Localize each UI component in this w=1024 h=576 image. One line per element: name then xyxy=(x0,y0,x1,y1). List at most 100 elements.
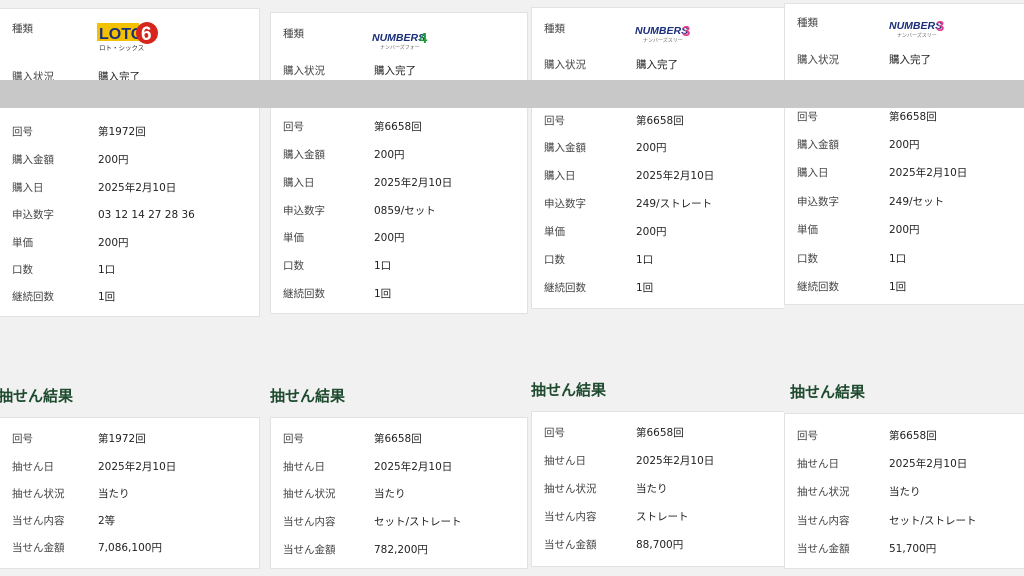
row-value: 200円 xyxy=(636,142,667,154)
svg-text:4: 4 xyxy=(419,30,428,47)
type-label: 種類 xyxy=(544,23,565,35)
row-label: 購入金額 xyxy=(12,154,54,166)
status-row: 購入状況 購入完了 xyxy=(532,55,796,75)
row-label: 回号 xyxy=(797,430,818,442)
row-label: 購入金額 xyxy=(797,139,839,151)
row-value: 7,086,100円 xyxy=(98,542,162,554)
detail-row: 申込数字 03 12 14 27 28 36 xyxy=(0,205,259,225)
row-label: 回号 xyxy=(283,121,304,133)
row-label: 購入金額 xyxy=(544,142,586,154)
type-label: 種類 xyxy=(283,28,304,40)
result-row: 当せん内容 2等 xyxy=(0,511,259,531)
result-row: 抽せん日 2025年2月10日 xyxy=(532,451,796,471)
svg-text:6: 6 xyxy=(141,24,152,45)
row-value: 03 12 14 27 28 36 xyxy=(98,209,195,221)
result-row: 回号 第6658回 xyxy=(532,423,796,443)
row-value: 1口 xyxy=(889,253,907,265)
row-label: 購入日 xyxy=(283,177,315,189)
row-label: 抽せん状況 xyxy=(12,488,65,500)
row-value: 2025年2月10日 xyxy=(374,177,453,189)
status-value: 購入完了 xyxy=(889,54,931,66)
row-value: 1回 xyxy=(98,291,116,303)
row-label: 回号 xyxy=(544,115,565,127)
row-label: 口数 xyxy=(544,254,565,266)
row-label: 申込数字 xyxy=(544,198,586,210)
result-row: 回号 第1972回 xyxy=(0,429,259,449)
svg-text:ロト・シックス: ロト・シックス xyxy=(99,44,144,52)
row-label: 口数 xyxy=(797,253,818,265)
svg-text:3: 3 xyxy=(682,23,690,40)
purchase-card-loto6: 種類 LOTO 6 ロト・シックス 購入状況 購入完了 回号 第1972回 購入金… xyxy=(0,8,260,317)
result-row: 当せん内容 セット/ストレート xyxy=(271,512,527,532)
result-row: 当せん金額 7,086,100円 xyxy=(0,538,259,558)
row-label: 抽せん状況 xyxy=(283,488,336,500)
type-row: 種類 LOTO 6 ロト・シックス xyxy=(0,19,259,52)
loto6-logo: LOTO 6 ロト・シックス xyxy=(97,17,159,60)
row-value: 当たり xyxy=(374,488,406,500)
result-card-numbers3-set: 回号 第6658回 抽せん日 2025年2月10日 抽せん状況 当たり 当せん内容 セッ… xyxy=(784,413,1024,569)
row-value: 第6658回 xyxy=(889,430,937,442)
type-label: 種類 xyxy=(797,17,818,29)
detail-row: 申込数字 249/ストレート xyxy=(532,194,796,214)
row-value: 第6658回 xyxy=(889,111,937,123)
row-value: 1口 xyxy=(98,264,116,276)
row-value: セット/ストレート xyxy=(889,515,977,527)
row-value: 200円 xyxy=(889,224,920,236)
detail-row: 購入日 2025年2月10日 xyxy=(0,178,259,198)
row-value: 当たり xyxy=(636,483,668,495)
row-value: 第1972回 xyxy=(98,433,146,445)
svg-text:NUMBERS: NUMBERS xyxy=(372,32,425,44)
detail-row: 申込数字 249/セット xyxy=(785,192,1024,212)
detail-row: 口数 1口 xyxy=(0,260,259,280)
detail-row: 回号 第6658回 xyxy=(532,111,796,131)
detail-row: 継続回数 1回 xyxy=(0,287,259,307)
result-row: 回号 第6658回 xyxy=(785,426,1024,446)
row-value: 当たり xyxy=(889,486,921,498)
row-value: 第6658回 xyxy=(374,433,422,445)
row-label: 継続回数 xyxy=(544,282,586,294)
result-row: 抽せん日 2025年2月10日 xyxy=(271,457,527,477)
row-label: 購入日 xyxy=(544,170,576,182)
row-label: 抽せん状況 xyxy=(797,486,850,498)
detail-row: 購入金額 200円 xyxy=(785,135,1024,155)
status-row: 購入状況 購入完了 xyxy=(785,50,1024,70)
row-label: 単価 xyxy=(283,232,304,244)
row-label: 当せん金額 xyxy=(283,544,336,556)
detail-row: 回号 第6658回 xyxy=(785,107,1024,127)
row-value: 1回 xyxy=(374,288,392,300)
row-value: 200円 xyxy=(374,232,405,244)
result-row: 当せん金額 782,200円 xyxy=(271,540,527,560)
detail-row: 口数 1口 xyxy=(785,249,1024,269)
row-label: 口数 xyxy=(12,264,33,276)
result-card-loto6: 回号 第1972回 抽せん日 2025年2月10日 抽せん状況 当たり 当せん内容 2等… xyxy=(0,417,260,569)
type-row: 種類 NUMBERS 3 ナンバーズスリー xyxy=(785,13,1024,39)
detail-row: 購入金額 200円 xyxy=(0,150,259,170)
result-card-numbers3: 回号 第6658回 抽せん日 2025年2月10日 抽せん状況 当たり 当せん内容 スト… xyxy=(531,411,797,567)
row-label: 継続回数 xyxy=(283,288,325,300)
result-row: 抽せん状況 当たり xyxy=(532,479,796,499)
numbers4-logo: NUMBERS 4 ナンバーズフォー xyxy=(372,28,434,59)
row-label: 購入金額 xyxy=(283,149,325,161)
row-value: 1口 xyxy=(636,254,654,266)
detail-row: 申込数字 0859/セット xyxy=(271,201,527,221)
row-value: 200円 xyxy=(374,149,405,161)
detail-row: 口数 1口 xyxy=(271,256,527,276)
svg-text:ナンバーズスリー: ナンバーズスリー xyxy=(897,32,937,39)
row-value: 2025年2月10日 xyxy=(636,455,715,467)
row-label: 回号 xyxy=(797,111,818,123)
status-value: 購入完了 xyxy=(636,59,678,71)
status-label: 購入状況 xyxy=(283,65,325,77)
row-value: 0859/セット xyxy=(374,205,436,217)
result-section-title: 抽せん結果 xyxy=(790,383,866,401)
svg-text:ナンバーズスリー: ナンバーズスリー xyxy=(643,37,683,44)
numbers3-logo: NUMBERS 3 ナンバーズスリー xyxy=(889,16,951,47)
row-label: 当せん内容 xyxy=(12,515,65,527)
detail-row: 回号 第6658回 xyxy=(271,117,527,137)
purchase-card-numbers3-set: 種類 NUMBERS 3 ナンバーズスリー 購入状況 購入完了 回号 第6658回… xyxy=(784,3,1024,305)
row-value: 1口 xyxy=(374,260,392,272)
row-label: 申込数字 xyxy=(283,205,325,217)
type-row: 種類 NUMBERS 3 ナンバーズスリー xyxy=(532,19,796,44)
row-label: 回号 xyxy=(283,433,304,445)
status-value: 購入完了 xyxy=(374,65,416,77)
row-value: 51,700円 xyxy=(889,543,937,555)
